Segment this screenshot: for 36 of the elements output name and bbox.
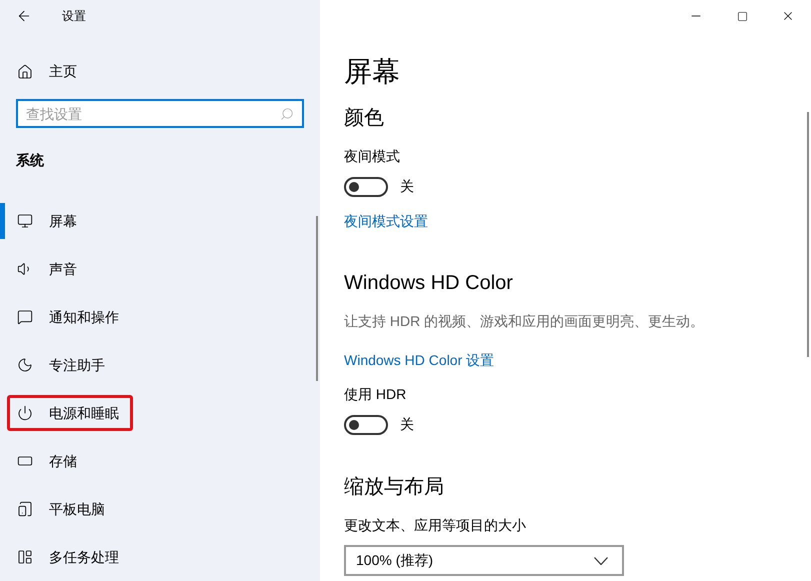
section-heading: 颜色 [344,106,384,131]
toggle-label: 使用 HDR [344,385,408,404]
moon-icon [17,357,33,373]
nav-item[interactable]: 多任务处理 [0,539,133,575]
home-icon[interactable] [17,64,33,80]
page-title: 屏幕 [344,55,400,89]
message-icon [17,309,33,325]
nav-item[interactable]: 专注助手 [0,347,119,383]
nav-item[interactable]: 屏幕 [0,203,91,239]
description-text: 让支持 HDR 的视频、游戏和应用的画面更明亮、更生动。 [344,312,706,331]
tablet-icon [17,501,33,517]
power-icon [17,405,33,421]
search-field[interactable]: 查找设置 [16,99,304,128]
search-icon [280,107,294,122]
chevron-down-icon [594,556,608,564]
toggle-label: 夜间模式 [344,147,401,166]
window-title: 设置 [62,8,86,26]
nav-item[interactable]: 声音 [0,251,91,287]
section-heading: 缩放与布局 [344,475,444,500]
toggle-state: 关 [400,415,414,434]
nav-item[interactable]: 通知和操作 [0,299,133,335]
home-link[interactable]: 主页 [49,61,77,82]
settings-link[interactable]: Windows HD Color 设置 [344,350,494,370]
dropdown-label: 更改文本、应用等项目的大小 [344,516,527,535]
settings-link[interactable]: 夜间模式设置 [344,211,428,231]
panels-icon [17,549,33,565]
section-heading: 系统 [15,151,45,170]
nav-item[interactable]: 平板电脑 [0,491,119,527]
nav-item[interactable]: 存储 [0,443,91,479]
monitor-icon [17,213,33,229]
scale-dropdown[interactable]: 100% (推荐) [344,545,624,576]
toggle-switch[interactable] [344,176,388,196]
nav-item[interactable]: 电源和睡眠 [0,395,133,431]
toggle-switch[interactable] [344,414,388,434]
section-heading: Windows HD Color [344,271,513,296]
toggle-state: 关 [400,177,414,196]
